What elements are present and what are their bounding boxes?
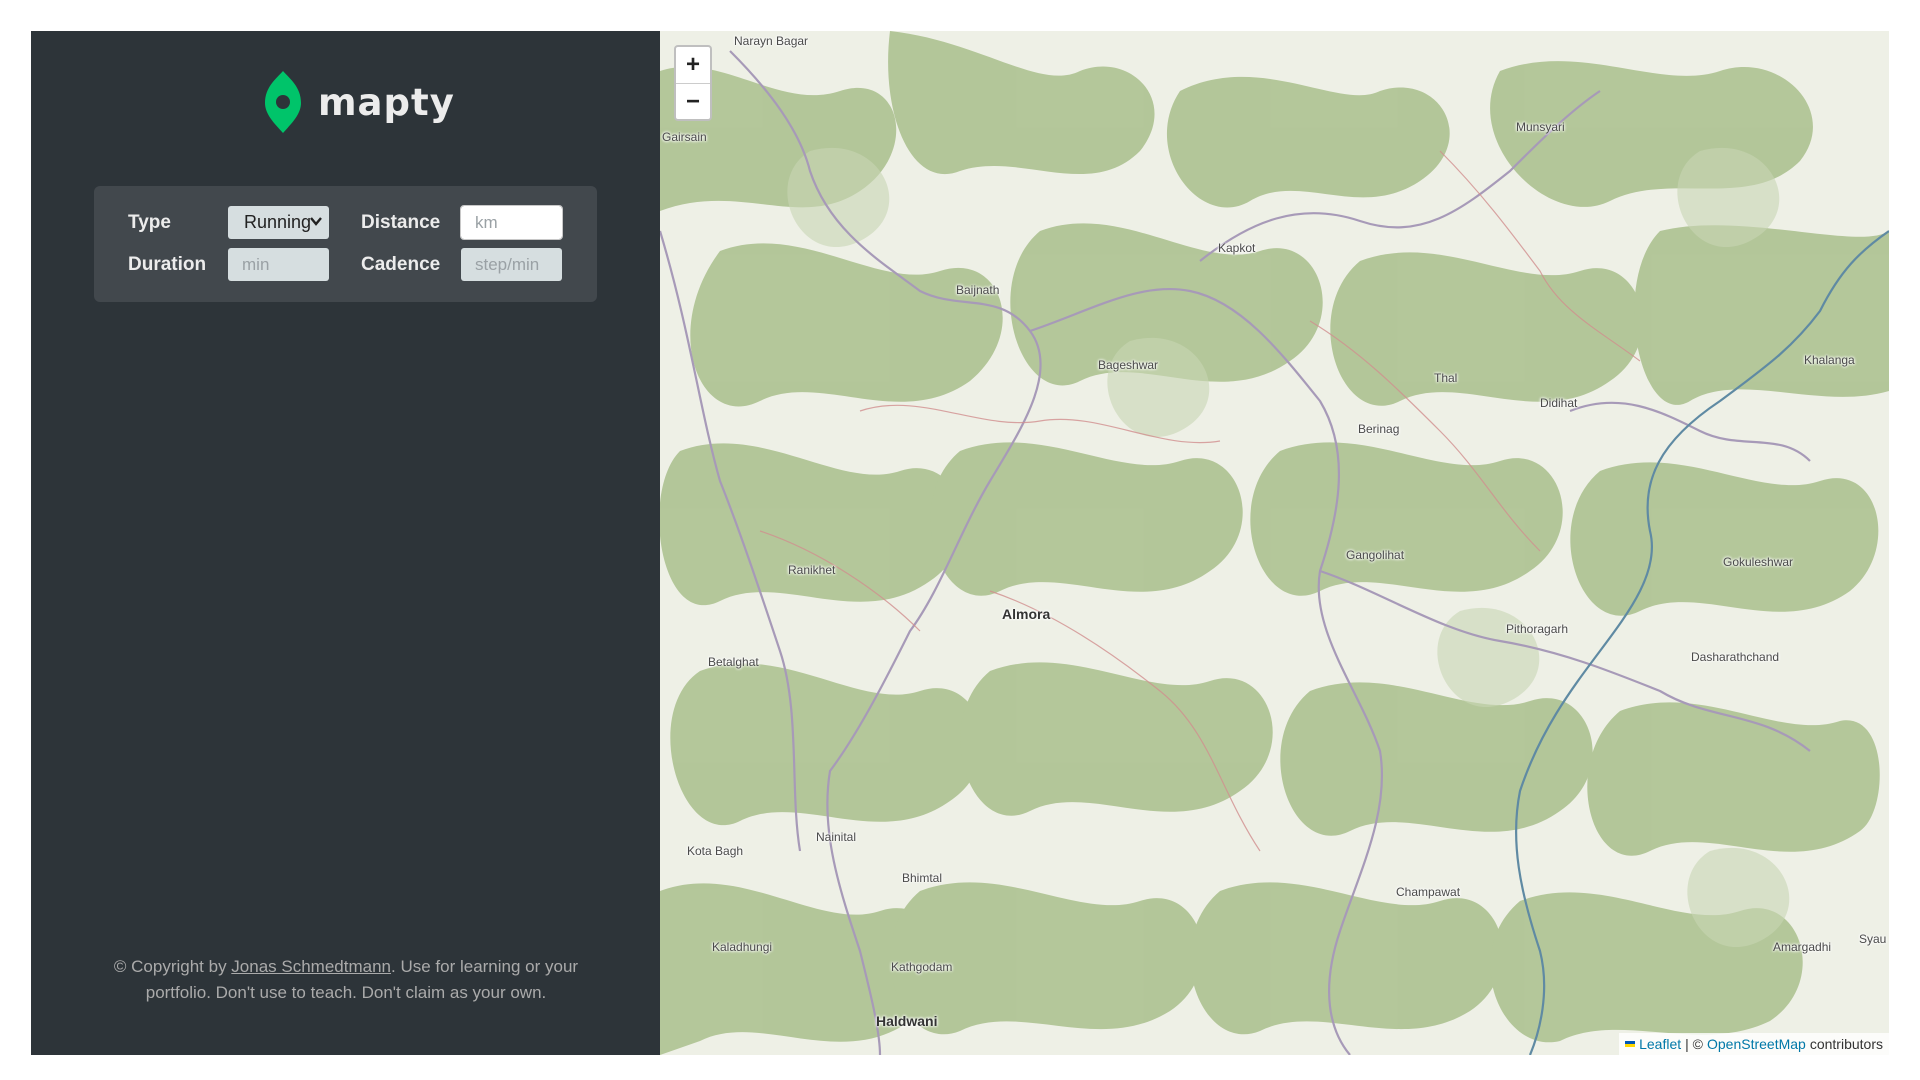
type-select[interactable]: Running bbox=[228, 206, 329, 239]
place-label: Haldwani bbox=[876, 1013, 938, 1029]
place-label: Amargadhi bbox=[1773, 940, 1832, 954]
place-label: Gangolihat bbox=[1346, 548, 1405, 562]
author-link[interactable]: Jonas Schmedtmann bbox=[231, 957, 391, 976]
place-label: Champawat bbox=[1396, 885, 1461, 899]
place-label: Syau bbox=[1859, 932, 1887, 946]
map-tiles[interactable] bbox=[660, 31, 1889, 1055]
zoom-control: + − bbox=[674, 45, 712, 121]
sidebar: mapty Type Running Distance Duration Cad… bbox=[31, 31, 660, 1055]
duration-input[interactable] bbox=[228, 248, 329, 281]
copyright: © Copyright by Jonas Schmedtmann. Use fo… bbox=[91, 954, 601, 1006]
map-pin-icon bbox=[265, 71, 301, 133]
place-label: Kaladhungi bbox=[712, 940, 773, 954]
app-container: mapty Type Running Distance Duration Cad… bbox=[31, 31, 1889, 1055]
workout-form: Type Running Distance Duration Cadence bbox=[94, 186, 597, 302]
place-label: Kathgodam bbox=[891, 960, 953, 974]
distance-input[interactable] bbox=[460, 205, 563, 240]
place-label: Narayn Bagar bbox=[734, 34, 809, 48]
osm-link[interactable]: OpenStreetMap bbox=[1707, 1036, 1806, 1052]
attribution-separator: | © bbox=[1685, 1036, 1703, 1052]
place-label: Baijnath bbox=[956, 283, 1000, 297]
zoom-out-button[interactable]: − bbox=[676, 83, 710, 119]
attribution-contributors: contributors bbox=[1809, 1036, 1883, 1052]
place-label: Khalanga bbox=[1804, 353, 1855, 367]
type-select-value: Running bbox=[244, 212, 312, 232]
place-label: Thal bbox=[1434, 371, 1458, 385]
place-label: Betalghat bbox=[708, 655, 759, 669]
place-label: Pithoragarh bbox=[1506, 622, 1569, 636]
leaflet-link[interactable]: Leaflet bbox=[1639, 1036, 1681, 1052]
place-label: Berinag bbox=[1358, 422, 1400, 436]
distance-label: Distance bbox=[361, 212, 441, 233]
place-label: Kota Bagh bbox=[687, 844, 744, 858]
place-label: Gairsain bbox=[662, 130, 707, 144]
place-label: Dasharathchand bbox=[1691, 650, 1780, 664]
chevron-down-icon bbox=[310, 217, 322, 226]
place-label: Didihat bbox=[1540, 396, 1578, 410]
place-label: Bhimtal bbox=[902, 871, 943, 885]
zoom-in-button[interactable]: + bbox=[676, 47, 710, 83]
place-label: Ranikhet bbox=[788, 563, 836, 577]
duration-label: Duration bbox=[128, 254, 207, 275]
cadence-input[interactable] bbox=[461, 248, 562, 281]
map-attribution: Leaflet | © OpenStreetMap contributors bbox=[1619, 1033, 1889, 1055]
logo-text: mapty bbox=[318, 80, 455, 124]
copyright-prefix: © Copyright by bbox=[113, 957, 232, 976]
map[interactable]: + − Narayn Bagar Gairsain Munsyari Kapko… bbox=[660, 31, 1889, 1055]
type-label: Type bbox=[128, 212, 171, 233]
place-label: Gokuleshwar bbox=[1723, 555, 1794, 569]
place-label: Kapkot bbox=[1218, 241, 1256, 255]
place-label: Bageshwar bbox=[1098, 358, 1159, 372]
logo: mapty bbox=[264, 69, 455, 135]
place-label: Nainital bbox=[816, 830, 857, 844]
ukraine-flag-icon bbox=[1625, 1041, 1636, 1047]
cadence-label: Cadence bbox=[361, 254, 441, 275]
place-label: Munsyari bbox=[1516, 120, 1565, 134]
place-label: Almora bbox=[1002, 606, 1051, 622]
